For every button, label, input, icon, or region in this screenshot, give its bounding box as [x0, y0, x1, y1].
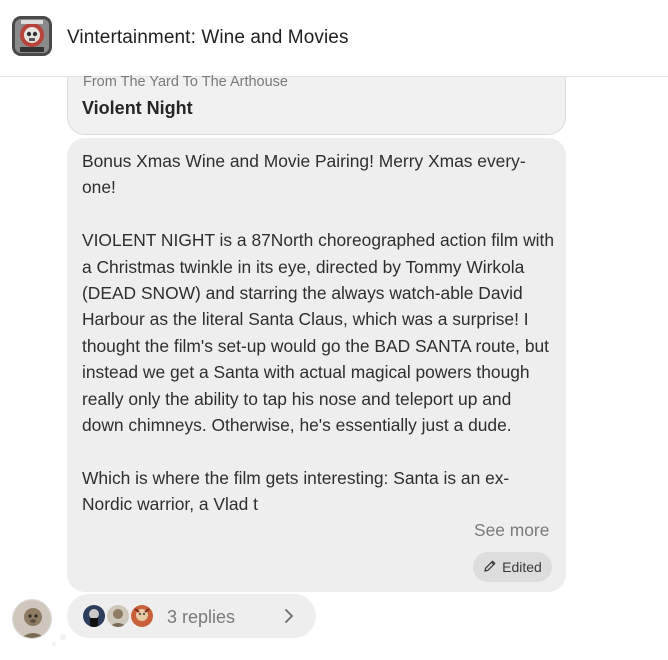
message-bubble: Bonus Xmas Wine and Movie Pairing! Merry…	[67, 138, 566, 592]
message-body: Bonus Xmas Wine and Movie Pairing! Merry…	[82, 148, 554, 518]
decorative-dot	[60, 634, 66, 640]
channel-header: Vintertainment: Wine and Movies	[0, 0, 668, 77]
pencil-icon	[483, 559, 497, 576]
edited-badge[interactable]: Edited	[473, 552, 552, 582]
replies-button[interactable]: 3 replies	[67, 594, 316, 638]
message-paragraph: VIOLENT NIGHT is a 87North choreographed…	[82, 230, 555, 436]
reply-avatar-3	[129, 603, 155, 629]
reply-avatar-1	[81, 603, 107, 629]
user-avatar-icon[interactable]	[12, 599, 52, 639]
quoted-post-source: From The Yard To The Arthouse	[83, 74, 288, 90]
chevron-right-icon	[282, 608, 296, 629]
message-paragraph: Bonus Xmas Wine and Movie Pairing! Merry…	[82, 151, 526, 198]
edited-label: Edited	[502, 559, 542, 575]
reply-avatar-2	[105, 603, 131, 629]
replies-count-label: 3 replies	[167, 607, 236, 627]
quoted-post-card[interactable]: From The Yard To The Arthouse Violent Ni…	[67, 74, 566, 135]
channel-title[interactable]: Vintertainment: Wine and Movies	[67, 27, 349, 49]
channel-avatar-icon[interactable]	[12, 16, 52, 56]
see-more-link[interactable]: See more	[474, 520, 549, 541]
quoted-post-title: Violent Night	[82, 98, 193, 118]
message-paragraph: Which is where the film gets interesting…	[82, 467, 510, 515]
decorative-dot	[52, 642, 56, 646]
